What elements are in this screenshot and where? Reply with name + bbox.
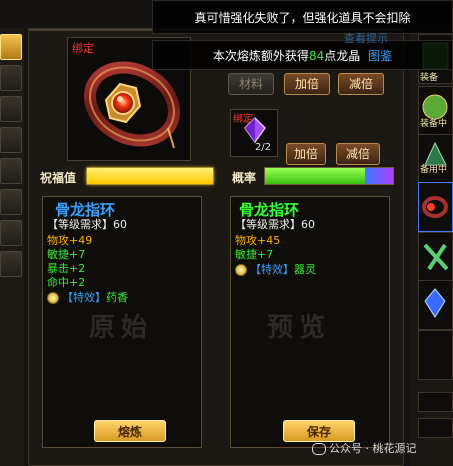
footer-text: 公众号 · 桃花源记: [329, 442, 417, 455]
preview-stat-1: 物攻+45: [235, 234, 281, 247]
bonus-number: 84: [308, 49, 325, 63]
effect-icon: [235, 264, 247, 276]
reduce-button-top[interactable]: 减倍: [338, 73, 384, 95]
original-stat-4: 命中+2: [47, 276, 86, 289]
preview-effect: 【特效】器灵: [235, 263, 316, 276]
material-count: 2/2: [255, 142, 272, 153]
preview-effect-label: 【特效】: [250, 263, 294, 276]
original-level-req: 【等级需求】60: [47, 218, 127, 231]
reduce-button[interactable]: 减倍: [336, 143, 380, 165]
codex-link[interactable]: 图鉴: [368, 49, 392, 63]
double-button[interactable]: 加倍: [286, 143, 326, 165]
rate-bar: [264, 167, 394, 185]
side-slot-2-label: 装备中: [420, 119, 448, 129]
original-effect-value: 药香: [106, 291, 128, 304]
wechat-icon: [312, 443, 326, 455]
tab-6[interactable]: [0, 189, 22, 215]
original-effect-label: 【特效】: [62, 291, 106, 304]
notification-bonus: 本次熔炼额外获得84点龙晶 图鉴: [152, 40, 453, 70]
left-tab-column: [0, 28, 24, 466]
tab-3[interactable]: [0, 96, 22, 122]
side-slot-6[interactable]: [418, 280, 453, 330]
smelt-button[interactable]: 熔炼: [94, 420, 166, 442]
side-slot-5[interactable]: [418, 232, 453, 282]
footer-watermark: 公众号 · 桃花源记: [312, 440, 417, 456]
rate-label: 概率: [232, 171, 257, 185]
original-stat-3: 暴击+2: [47, 262, 86, 275]
effect-icon: [47, 292, 59, 304]
bless-label: 祝福值: [40, 171, 77, 185]
ring-icon: [422, 196, 448, 218]
tab-5[interactable]: [0, 158, 22, 184]
tab-active[interactable]: [0, 34, 22, 60]
side-slot-3[interactable]: [418, 134, 453, 184]
crystal-icon: [244, 116, 266, 144]
double-button-top[interactable]: 加倍: [284, 73, 330, 95]
preview-title: 骨龙指环: [239, 201, 300, 219]
tab-4[interactable]: [0, 127, 22, 153]
bonus-prefix: 本次熔炼额外获得: [212, 49, 309, 63]
tab-7[interactable]: [0, 220, 22, 246]
side-slot-8[interactable]: [418, 392, 453, 412]
side-slot-1-label: 装备: [420, 73, 439, 83]
material-slot[interactable]: 绑定 2/2: [230, 109, 278, 157]
notification-fail: 真可惜强化失败了，但强化道具不会扣除: [152, 0, 453, 34]
bless-bar-fill: [87, 168, 213, 184]
save-button[interactable]: 保存: [283, 420, 355, 442]
side-slot-3-label: 备用中: [420, 165, 448, 175]
rate-bar-fill: [265, 168, 365, 184]
original-stat-2: 敏捷+7: [47, 248, 86, 261]
side-slot-7[interactable]: [418, 330, 453, 380]
original-effect: 【特效】药香: [47, 291, 128, 304]
equipment-icon: [423, 243, 449, 271]
bonus-suffix: 点龙晶: [324, 49, 361, 63]
tab-8[interactable]: [0, 251, 22, 277]
material-button[interactable]: 材料: [228, 73, 274, 95]
bless-bar: [86, 167, 214, 185]
rate-bar-bonus: [365, 168, 393, 184]
side-slot-ring[interactable]: [418, 182, 453, 232]
preview-stat-2: 敏捷+7: [235, 248, 274, 261]
hint-link[interactable]: 查看提示: [344, 30, 388, 46]
tab-2[interactable]: [0, 65, 22, 91]
original-stat-1: 物攻+49: [47, 234, 93, 247]
preview-effect-value: 器灵: [294, 263, 316, 276]
equipment-icon: [424, 141, 447, 166]
preview-card: 骨龙指环 【等级需求】60 物攻+45 敏捷+7 【特效】器灵 预览: [230, 196, 390, 448]
preview-watermark: 预览: [267, 313, 332, 343]
original-title: 骨龙指环: [55, 201, 116, 219]
original-watermark: 原始: [89, 313, 154, 343]
original-card: 骨龙指环 【等级需求】60 物攻+49 敏捷+7 暴击+2 命中+2 【特效】药…: [42, 196, 202, 448]
preview-level-req: 【等级需求】60: [235, 218, 315, 231]
crystal-icon: [424, 288, 446, 318]
side-slot-9[interactable]: [418, 418, 453, 438]
